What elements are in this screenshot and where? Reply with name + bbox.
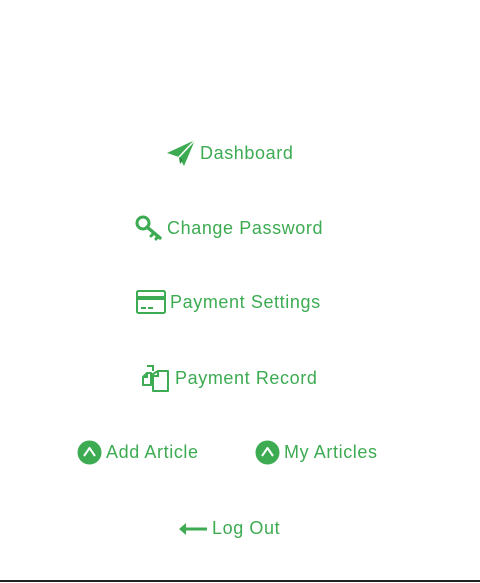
my-articles-link[interactable]: My Articles <box>255 440 378 465</box>
dashboard-link[interactable]: Dashboard <box>166 139 293 167</box>
add-article-link[interactable]: Add Article <box>77 440 199 465</box>
add-article-label: Add Article <box>106 442 199 462</box>
bottom-divider <box>0 580 480 582</box>
dashboard-label: Dashboard <box>200 142 294 163</box>
my-articles-label: My Articles <box>284 442 378 462</box>
payment-settings-link[interactable]: Payment Settings <box>136 290 321 314</box>
circle-up-caret-icon <box>77 440 102 465</box>
circle-up-caret-icon <box>255 440 280 465</box>
credit-card-icon <box>136 290 166 314</box>
paper-plane-icon <box>166 139 196 167</box>
change-password-link[interactable]: Change Password <box>135 215 323 241</box>
payment-record-label: Payment Record <box>175 367 318 388</box>
copy-documents-icon <box>141 364 171 392</box>
log-out-label: Log Out <box>212 518 281 538</box>
change-password-label: Change Password <box>167 217 324 238</box>
payment-settings-label: Payment Settings <box>170 291 321 312</box>
log-out-link[interactable]: Log Out <box>178 518 280 539</box>
arrow-left-icon <box>178 520 208 538</box>
payment-record-link[interactable]: Payment Record <box>141 364 317 392</box>
key-icon <box>135 215 163 241</box>
